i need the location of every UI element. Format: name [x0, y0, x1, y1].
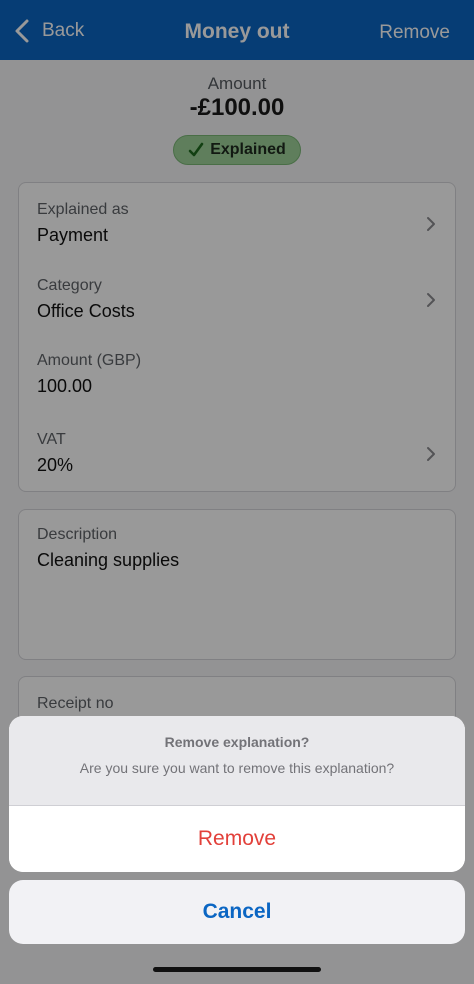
action-sheet-title: Remove explanation? — [164, 734, 310, 750]
confirm-remove-button[interactable]: Remove — [9, 806, 465, 872]
cancel-button[interactable]: Cancel — [9, 880, 465, 944]
action-sheet-header: Remove explanation? Are you sure you wan… — [9, 716, 465, 806]
home-indicator[interactable] — [153, 967, 321, 972]
action-sheet-message: Are you sure you want to remove this exp… — [79, 760, 395, 776]
action-sheet: Remove explanation? Are you sure you wan… — [9, 716, 465, 872]
